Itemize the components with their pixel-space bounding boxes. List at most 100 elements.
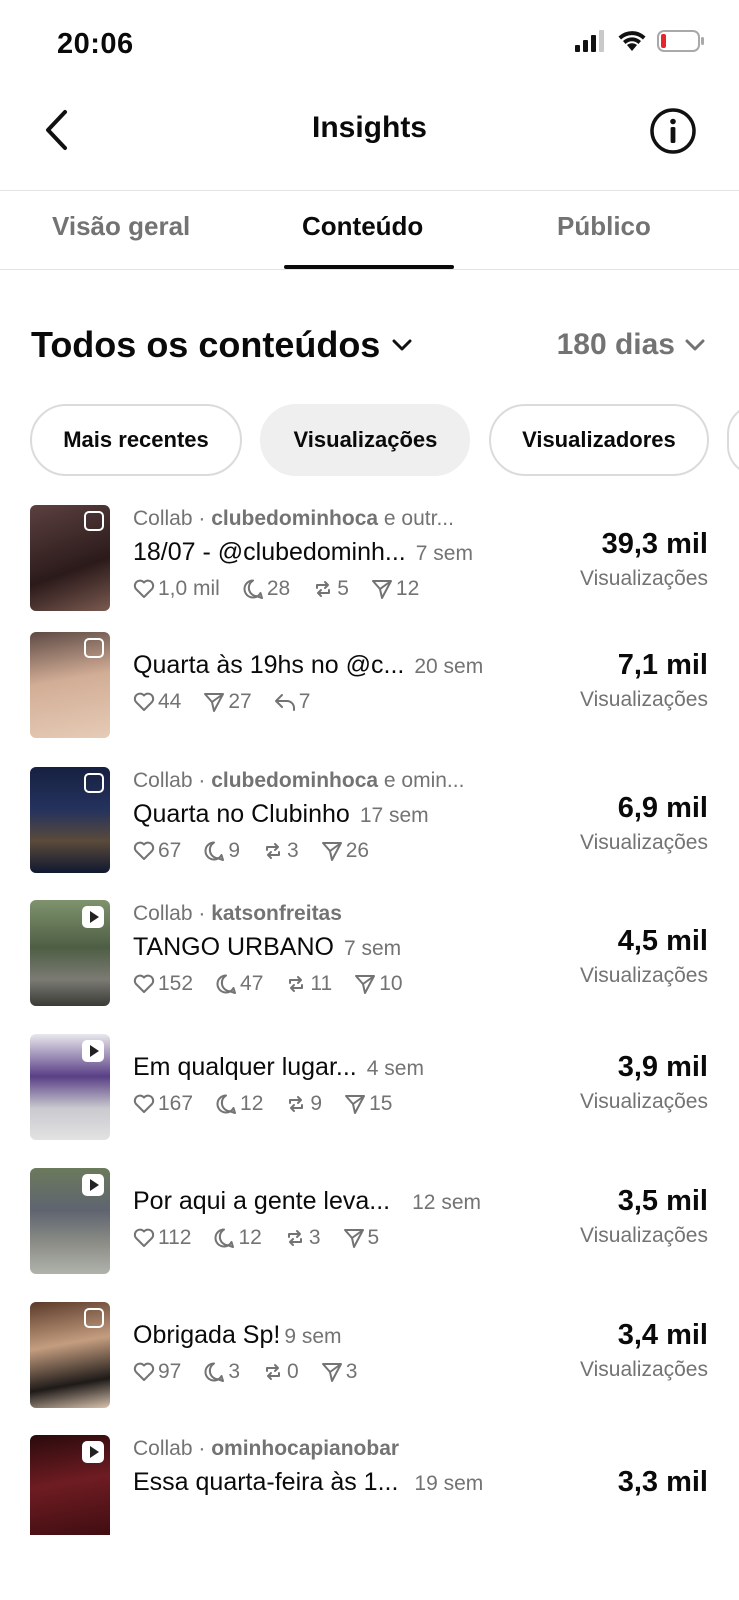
signal-icon [575,30,604,52]
list-item[interactable]: Em qualquer lugar... 4 sem 167 12 9 15 3,… [0,1034,739,1144]
date-range-dropdown[interactable]: 180 dias [557,328,705,362]
reel-icon [82,1174,104,1196]
list-item[interactable]: Por aqui a gente leva... 12 sem 112 12 3 … [0,1168,739,1278]
content-filter-dropdown[interactable]: Todos os conteúdos [31,324,412,366]
bottom-safe-area [0,1535,739,1600]
comment-icon [216,1094,237,1114]
collab-line: Collab · clubedominhoca e outr... [133,507,454,530]
post-thumbnail [30,900,110,1006]
share-icon [371,580,392,599]
list-item[interactable]: Obrigada Sp! 9 sem 97 3 0 3 3,4 mil Visua… [0,1302,739,1412]
post-metric: 3,9 mil Visualizações [580,1048,708,1114]
post-stats: 112 12 3 5 [133,1222,553,1254]
content-section-header: Todos os conteúdos 180 dias [0,318,739,374]
repost-icon [266,843,281,859]
post-meta: Quarta às 19hs no @c... 20 sem 44 27 7 [133,646,553,718]
post-age: 7 sem [415,542,473,565]
battery-icon [657,30,704,52]
comment-icon [204,841,225,861]
list-item[interactable]: Collab · ominhocapianobar Essa quarta-fe… [0,1435,739,1545]
post-meta: Em qualquer lugar... 4 sem 167 12 9 15 [133,1048,553,1120]
post-metric: 3,3 mil [618,1463,708,1501]
repost-icon [289,1096,304,1112]
tab-publico[interactable]: Público [557,211,651,242]
reel-icon [82,1040,104,1062]
list-item[interactable]: Collab · clubedominhoca e outr... 18/07 … [0,505,739,615]
info-button[interactable] [649,107,697,155]
post-metric: 6,9 mil Visualizações [580,789,708,855]
chip-more[interactable] [727,404,739,476]
post-thumbnail [30,1034,110,1140]
post-thumbnail [30,1168,110,1274]
post-age: 12 sem [412,1191,481,1214]
post-meta: Por aqui a gente leva... 12 sem 112 12 3 … [133,1182,553,1254]
post-age: 17 sem [359,804,429,827]
heart-icon [133,1094,155,1113]
repost-icon [287,1230,302,1246]
insights-tabs: Visão geral Conteúdo Público [0,190,739,270]
post-age: 19 sem [414,1472,484,1495]
comment-icon [204,1362,225,1382]
chip-visualizadores[interactable]: Visualizadores [488,404,709,476]
metric-value: 3,9 mil [617,1051,708,1083]
post-stats: 1,0 mil 28 5 12 [133,573,553,605]
metric-value: 7,1 mil [617,649,708,681]
post-caption: Essa quarta-feira às 1... 19 sem [133,1468,484,1496]
info-icon [650,108,696,154]
page-title: Insights [311,111,427,144]
repost-icon [316,581,331,597]
status-time: 20:06 [57,28,134,60]
metric-value: 3,5 mil [617,1185,708,1217]
post-meta: Obrigada Sp! 9 sem 97 3 0 3 [133,1316,553,1388]
post-thumbnail [30,505,110,611]
repost-icon [289,976,304,992]
post-age: 20 sem [414,655,484,678]
sort-chips: Mais recentes Visualizações Visualizador… [30,404,739,478]
post-metric: 3,5 mil Visualizações [580,1182,708,1248]
metric-label: Visualizações [579,1358,708,1381]
section-title: Todos os conteúdos [31,324,381,365]
post-thumbnail [30,767,110,873]
repost-icon [266,1364,281,1380]
chip-visualizacoes[interactable]: Visualizações [260,404,471,476]
share-icon [345,1095,366,1114]
metric-label: Visualizações [579,831,708,854]
list-item[interactable]: Collab · katsonfreitas TANGO URBANO 7 sem… [0,900,739,1010]
heart-icon [133,579,155,598]
collab-line: Collab · ominhocapianobar [133,1437,400,1460]
post-age: 4 sem [366,1057,424,1080]
chip-mais-recentes[interactable]: Mais recentes [30,404,242,476]
active-tab-indicator [284,265,454,269]
post-thumbnail [30,1302,110,1408]
tab-conteudo[interactable]: Conteúdo [302,211,423,242]
chevron-down-icon [392,339,412,351]
list-item[interactable]: Collab · clubedominhoca e omin... Quarta… [0,767,739,877]
metric-value: 3,4 mil [617,1319,708,1351]
collab-line: Collab · clubedominhoca e omin... [133,769,465,792]
metric-value: 6,9 mil [617,792,708,824]
carousel-icon [84,511,104,531]
metric-label: Visualizações [579,688,708,711]
post-meta: Collab · ominhocapianobar Essa quarta-fe… [133,1435,553,1501]
share-icon [355,975,376,994]
carousel-icon [84,1308,104,1328]
post-caption: Em qualquer lugar... 4 sem [133,1053,424,1081]
tab-visao-geral[interactable]: Visão geral [52,211,190,242]
heart-icon [133,1362,155,1381]
metric-value: 39,3 mil [601,528,708,560]
heart-icon [133,841,155,860]
post-caption: Por aqui a gente leva... 12 sem [133,1187,481,1215]
post-stats: 44 27 7 [133,686,553,718]
post-caption: Quarta às 19hs no @c... 20 sem [133,651,484,679]
post-stats: 67 9 3 26 [133,835,553,867]
comment-icon [215,1228,235,1248]
post-meta: Collab · katsonfreitas TANGO URBANO 7 sem… [133,900,553,1000]
list-item[interactable]: Quarta às 19hs no @c... 20 sem 44 27 7 7,… [0,632,739,742]
metric-value: 3,3 mil [617,1466,708,1498]
wifi-icon [618,31,646,51]
post-caption: 18/07 - @clubedominh... 7 sem [133,538,473,566]
reel-icon [82,1441,104,1463]
post-metric: 4,5 mil Visualizações [580,922,708,988]
post-stats: 97 3 0 3 [133,1356,553,1388]
metric-label: Visualizações [579,1224,708,1247]
